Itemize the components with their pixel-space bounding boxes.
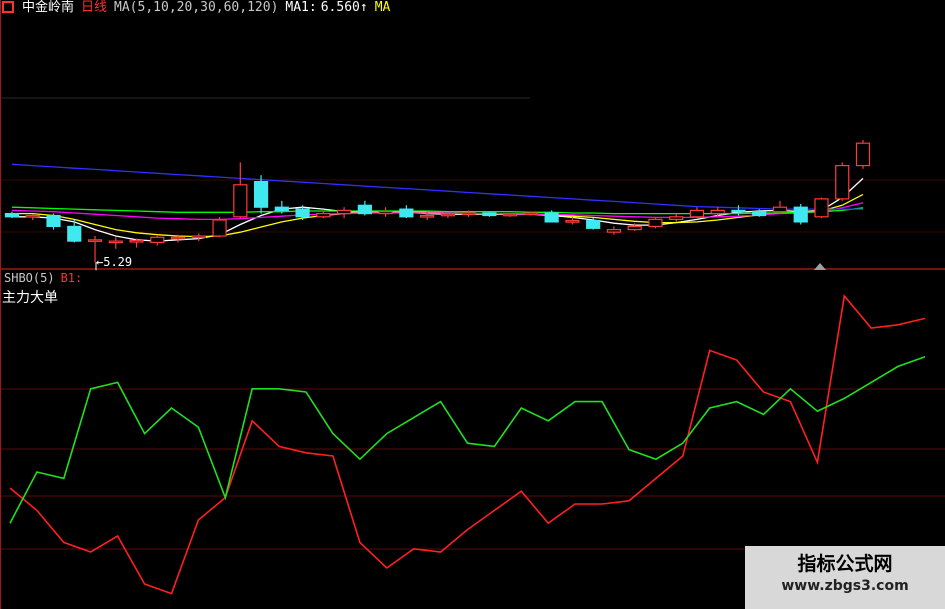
candle-body xyxy=(814,198,829,218)
candle-body xyxy=(295,208,310,218)
candle-body xyxy=(648,218,663,228)
candle-body xyxy=(440,213,455,217)
candle-body xyxy=(25,214,40,218)
candle-body xyxy=(4,213,20,218)
ma1-label: MA1: xyxy=(285,0,317,15)
low-price-label: ←5.29 xyxy=(96,255,133,269)
candle-body xyxy=(669,216,684,220)
candle-body xyxy=(357,204,372,215)
period-label: 日线 xyxy=(81,0,108,15)
indicator-title: 主力大单 xyxy=(2,290,58,306)
watermark: 指标公式网 www.zbgs3.com xyxy=(745,546,945,609)
candle-body xyxy=(461,212,476,216)
candle-body xyxy=(129,239,144,243)
candle-body xyxy=(378,211,393,215)
ma-line xyxy=(12,193,864,238)
ma1-value: 6.560 xyxy=(320,0,360,15)
candle-body xyxy=(586,220,601,229)
candle-body xyxy=(170,236,186,240)
candle-body xyxy=(191,235,206,239)
candle-body xyxy=(793,206,808,223)
candle-body xyxy=(46,214,61,228)
ma2-label: MA xyxy=(374,0,391,15)
candle-body xyxy=(87,239,103,242)
candle-body xyxy=(67,225,82,242)
stock-chart xyxy=(0,0,945,609)
candle-body xyxy=(212,219,227,237)
candle-body xyxy=(835,165,850,200)
candle-body xyxy=(710,209,725,215)
indicator-name: SHBO(5) B1: xyxy=(4,271,82,285)
watermark-url: www.zbgs3.com xyxy=(781,578,909,594)
scroll-marker xyxy=(814,263,826,270)
grid-lines xyxy=(0,0,945,609)
candle-body xyxy=(772,206,788,213)
candle-body xyxy=(482,212,497,217)
candle-body xyxy=(316,213,331,218)
candle-body xyxy=(108,240,123,244)
candle-body xyxy=(731,209,746,213)
indicator-code: SHBO(5) xyxy=(4,271,55,285)
candle-body xyxy=(523,212,539,216)
indicator-b1: B1: xyxy=(60,271,83,285)
candle-body xyxy=(336,209,352,215)
moving-averages xyxy=(11,163,864,242)
candle-body xyxy=(420,214,435,218)
candlesticks xyxy=(4,140,871,271)
candle-body xyxy=(399,208,414,218)
stock-icon xyxy=(2,1,14,13)
watermark-title: 指标公式网 xyxy=(797,553,893,575)
candle-body xyxy=(627,225,642,231)
ma-params: MA(5,10,20,30,60,120) xyxy=(114,0,279,15)
chart-window: 中金岭南 日线 MA(5,10,20,30,60,120) MA1: 6.560↑ MA … xyxy=(0,0,945,609)
chart-header: 中金岭南 日线 MA(5,10,20,30,60,120) MA1: 6.560↑ MA xyxy=(0,0,397,18)
candle-body xyxy=(689,209,705,218)
candle-body xyxy=(503,213,518,217)
indicator-line xyxy=(9,356,926,524)
candle-body xyxy=(752,211,767,217)
candle-body xyxy=(565,220,580,223)
candle-body xyxy=(274,206,289,211)
stock-name: 中金岭南 xyxy=(22,0,75,15)
candle-body xyxy=(233,184,248,218)
candle-body xyxy=(544,212,559,223)
ma-line xyxy=(11,163,863,210)
candle-body xyxy=(606,229,622,233)
candle-body xyxy=(855,142,871,167)
candle-body xyxy=(150,236,165,243)
ma1-arrow: ↑ xyxy=(359,0,368,15)
candle-body xyxy=(253,181,269,208)
